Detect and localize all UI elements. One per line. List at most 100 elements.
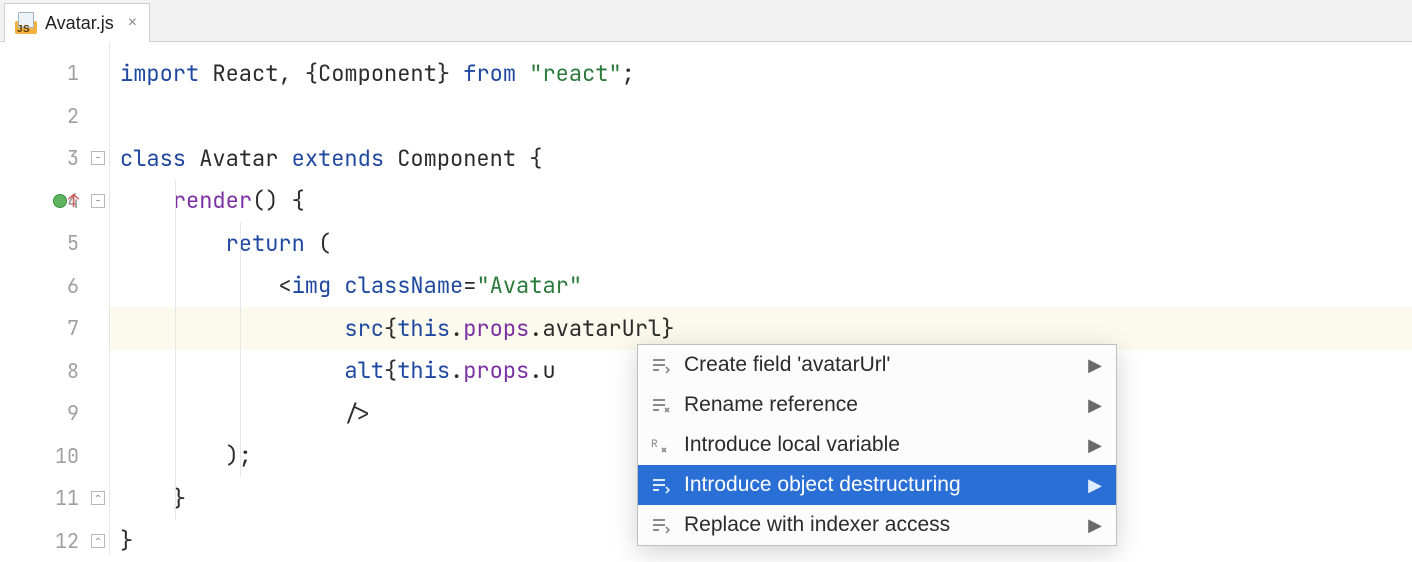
token-attr: className [344, 271, 463, 300]
line-number: 5 [67, 230, 79, 256]
menu-item-label: Rename reference [684, 393, 1076, 417]
line-number: 1 [67, 60, 79, 86]
svg-text:R: R [651, 439, 658, 451]
intention-icon [650, 394, 672, 416]
code-line[interactable]: import React, {Component} from "react"; [110, 52, 1412, 95]
line-number: 2 [67, 103, 79, 129]
line-number: 9 [67, 400, 79, 426]
intention-icon [650, 514, 672, 536]
token-keyword: class [120, 144, 186, 173]
menu-item-introduce-local[interactable]: R Introduce local variable ▶ [638, 425, 1116, 465]
token-identifier: props [463, 314, 529, 343]
gutter-line[interactable]: 7 [0, 307, 109, 350]
token-attr: src [344, 314, 384, 343]
menu-item-label: Introduce local variable [684, 433, 1076, 457]
token-keyword: extends [292, 144, 384, 173]
line-number: 3 [67, 145, 79, 171]
menu-item-replace-indexer[interactable]: Replace with indexer access ▶ [638, 505, 1116, 545]
code-line[interactable]: class Avatar extends Component { [110, 137, 1412, 180]
menu-item-rename-reference[interactable]: Rename reference ▶ [638, 385, 1116, 425]
gutter-line[interactable]: 11⌃ [0, 477, 109, 520]
fold-close-icon[interactable]: ⌃ [91, 491, 105, 505]
code-line[interactable] [110, 95, 1412, 138]
submenu-arrow-icon: ▶ [1088, 355, 1102, 376]
fold-minus-icon[interactable]: − [91, 194, 105, 208]
token-tag: img [292, 271, 332, 300]
token-punct: } [661, 314, 674, 343]
token-punct: ); [226, 441, 252, 470]
submenu-arrow-icon: ▶ [1088, 475, 1102, 496]
token-punct: () { [252, 186, 305, 215]
token-keyword: this [397, 356, 450, 385]
gutter-line[interactable]: 4↑− [0, 180, 109, 223]
gutter-line[interactable]: 6 [0, 265, 109, 308]
gutter: 1 2 3− 4↑− 5 6 7 8 9 10 11⌃ 12⌃ [0, 42, 110, 554]
override-arrow-icon: ↑ [68, 190, 79, 213]
token-punct: < [278, 271, 291, 300]
code-line[interactable]: render() { [110, 180, 1412, 223]
token-attr: alt [344, 356, 384, 385]
menu-item-label: Create field 'avatarUrl' [684, 353, 1076, 377]
refactor-icon: R [650, 434, 672, 456]
close-icon[interactable]: × [128, 14, 137, 32]
editor-tab-avatar[interactable]: Avatar.js × [4, 3, 150, 42]
token-punct: . [529, 314, 542, 343]
token-keyword: return [226, 229, 305, 258]
token-punct: { [384, 314, 397, 343]
line-number: 12 [55, 528, 79, 554]
token-string: "react" [529, 59, 621, 88]
intention-icon [650, 354, 672, 376]
token-punct: . [529, 356, 542, 385]
token-punct: { [384, 356, 397, 385]
token-punct: = [463, 271, 476, 300]
fold-minus-icon[interactable]: − [91, 151, 105, 165]
tabbar: Avatar.js × [0, 0, 1412, 42]
token-identifier: avatarUrl [542, 314, 661, 343]
submenu-arrow-icon: ▶ [1088, 395, 1102, 416]
gutter-line[interactable]: 2 [0, 95, 109, 138]
line-number: 7 [67, 315, 79, 341]
gutter-line[interactable]: 10 [0, 435, 109, 478]
token-punct: { [529, 144, 542, 173]
token-identifier: Avatar [199, 144, 278, 173]
gutter-line[interactable]: 5 [0, 222, 109, 265]
code-line[interactable]: <img className="Avatar" [110, 265, 1412, 308]
token-punct: } [120, 526, 133, 555]
token-keyword: from [463, 59, 516, 88]
submenu-arrow-icon: ▶ [1088, 435, 1102, 456]
token-punct: . [450, 314, 463, 343]
token-punct: , { [278, 59, 318, 88]
gutter-line[interactable]: 8 [0, 350, 109, 393]
token-method: render [173, 186, 252, 215]
gutter-line[interactable]: 1 [0, 52, 109, 95]
menu-item-label: Replace with indexer access [684, 513, 1076, 537]
token-identifier: props [463, 356, 529, 385]
token-punct: } [437, 59, 463, 88]
gutter-line[interactable]: 12 ⌃ [0, 520, 109, 562]
code-line[interactable]: return ( [110, 222, 1412, 265]
token-identifier: React [212, 59, 278, 88]
token-string: "Avatar" [476, 271, 582, 300]
menu-item-introduce-destructuring[interactable]: Introduce object destructuring ▶ [638, 465, 1116, 505]
gutter-line[interactable]: 3− [0, 137, 109, 180]
intention-menu: Create field 'avatarUrl' ▶ Rename refere… [637, 344, 1117, 546]
token-punct: ; [622, 59, 635, 88]
override-marker-icon[interactable] [53, 194, 67, 208]
line-number: 8 [67, 358, 79, 384]
line-number: 6 [67, 273, 79, 299]
token-keyword: this [397, 314, 450, 343]
intention-icon [650, 474, 672, 496]
submenu-arrow-icon: ▶ [1088, 515, 1102, 536]
menu-item-create-field[interactable]: Create field 'avatarUrl' ▶ [638, 345, 1116, 385]
token-space [331, 271, 344, 300]
line-number: 10 [55, 443, 79, 469]
token-punct: /> [344, 399, 370, 428]
tab-filename: Avatar.js [45, 13, 114, 34]
token-space [516, 59, 529, 88]
token-identifier: Component [318, 59, 437, 88]
js-file-icon [15, 12, 37, 34]
fold-close-icon[interactable]: ⌃ [91, 534, 105, 548]
menu-item-label: Introduce object destructuring [684, 473, 1076, 497]
gutter-line[interactable]: 9 [0, 392, 109, 435]
token-punct: . [450, 356, 463, 385]
